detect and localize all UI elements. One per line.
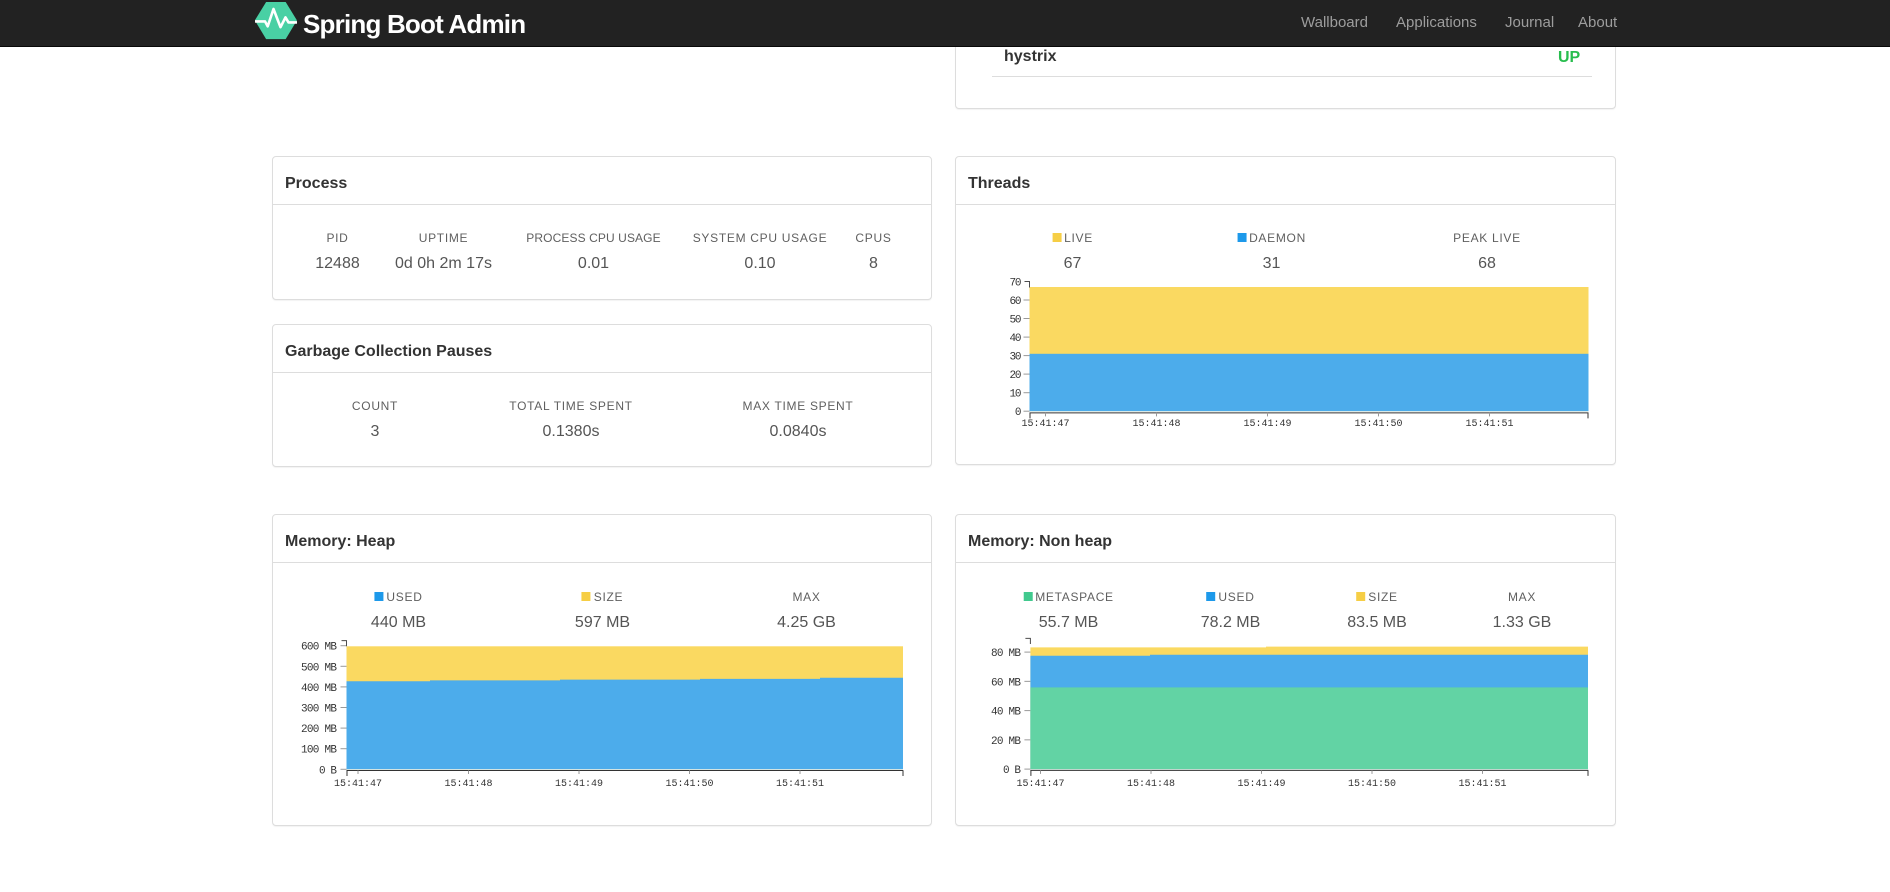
svg-text:15:41:49: 15:41:49 <box>1243 419 1291 430</box>
svg-text:15:41:50: 15:41:50 <box>1354 419 1402 430</box>
svg-text:40: 40 <box>1010 333 1022 345</box>
svg-text:20 MB: 20 MB <box>991 736 1021 748</box>
svg-text:40 MB: 40 MB <box>991 707 1021 719</box>
svg-text:70: 70 <box>1010 278 1022 290</box>
svg-text:80 MB: 80 MB <box>991 648 1021 660</box>
svg-text:15:41:48: 15:41:48 <box>444 779 492 790</box>
svg-text:15:41:51: 15:41:51 <box>1465 419 1513 430</box>
svg-text:15:41:49: 15:41:49 <box>1237 779 1285 790</box>
svg-text:15:41:50: 15:41:50 <box>665 779 713 790</box>
svg-text:0 B: 0 B <box>319 765 337 777</box>
svg-text:300 MB: 300 MB <box>301 704 337 716</box>
svg-text:15:41:50: 15:41:50 <box>1348 779 1396 790</box>
svg-text:30: 30 <box>1010 352 1022 364</box>
svg-text:15:41:47: 15:41:47 <box>334 779 382 790</box>
svg-text:50: 50 <box>1010 315 1022 327</box>
svg-text:60 MB: 60 MB <box>991 677 1021 689</box>
svg-text:20: 20 <box>1010 370 1022 382</box>
svg-text:15:41:51: 15:41:51 <box>776 779 824 790</box>
svg-text:100 MB: 100 MB <box>301 745 337 757</box>
svg-text:10: 10 <box>1010 389 1022 401</box>
svg-text:400 MB: 400 MB <box>301 683 337 695</box>
svg-text:15:41:47: 15:41:47 <box>1021 419 1069 430</box>
svg-text:15:41:51: 15:41:51 <box>1458 779 1506 790</box>
svg-text:500 MB: 500 MB <box>301 662 337 674</box>
svg-text:0: 0 <box>1015 407 1022 419</box>
svg-text:0 B: 0 B <box>1003 765 1021 777</box>
svg-text:15:41:49: 15:41:49 <box>555 779 603 790</box>
svg-text:15:41:48: 15:41:48 <box>1132 419 1180 430</box>
svg-text:200 MB: 200 MB <box>301 724 337 736</box>
svg-text:15:41:47: 15:41:47 <box>1016 779 1064 790</box>
svg-text:600 MB: 600 MB <box>301 642 337 654</box>
svg-text:60: 60 <box>1010 296 1022 308</box>
svg-text:15:41:48: 15:41:48 <box>1127 779 1175 790</box>
